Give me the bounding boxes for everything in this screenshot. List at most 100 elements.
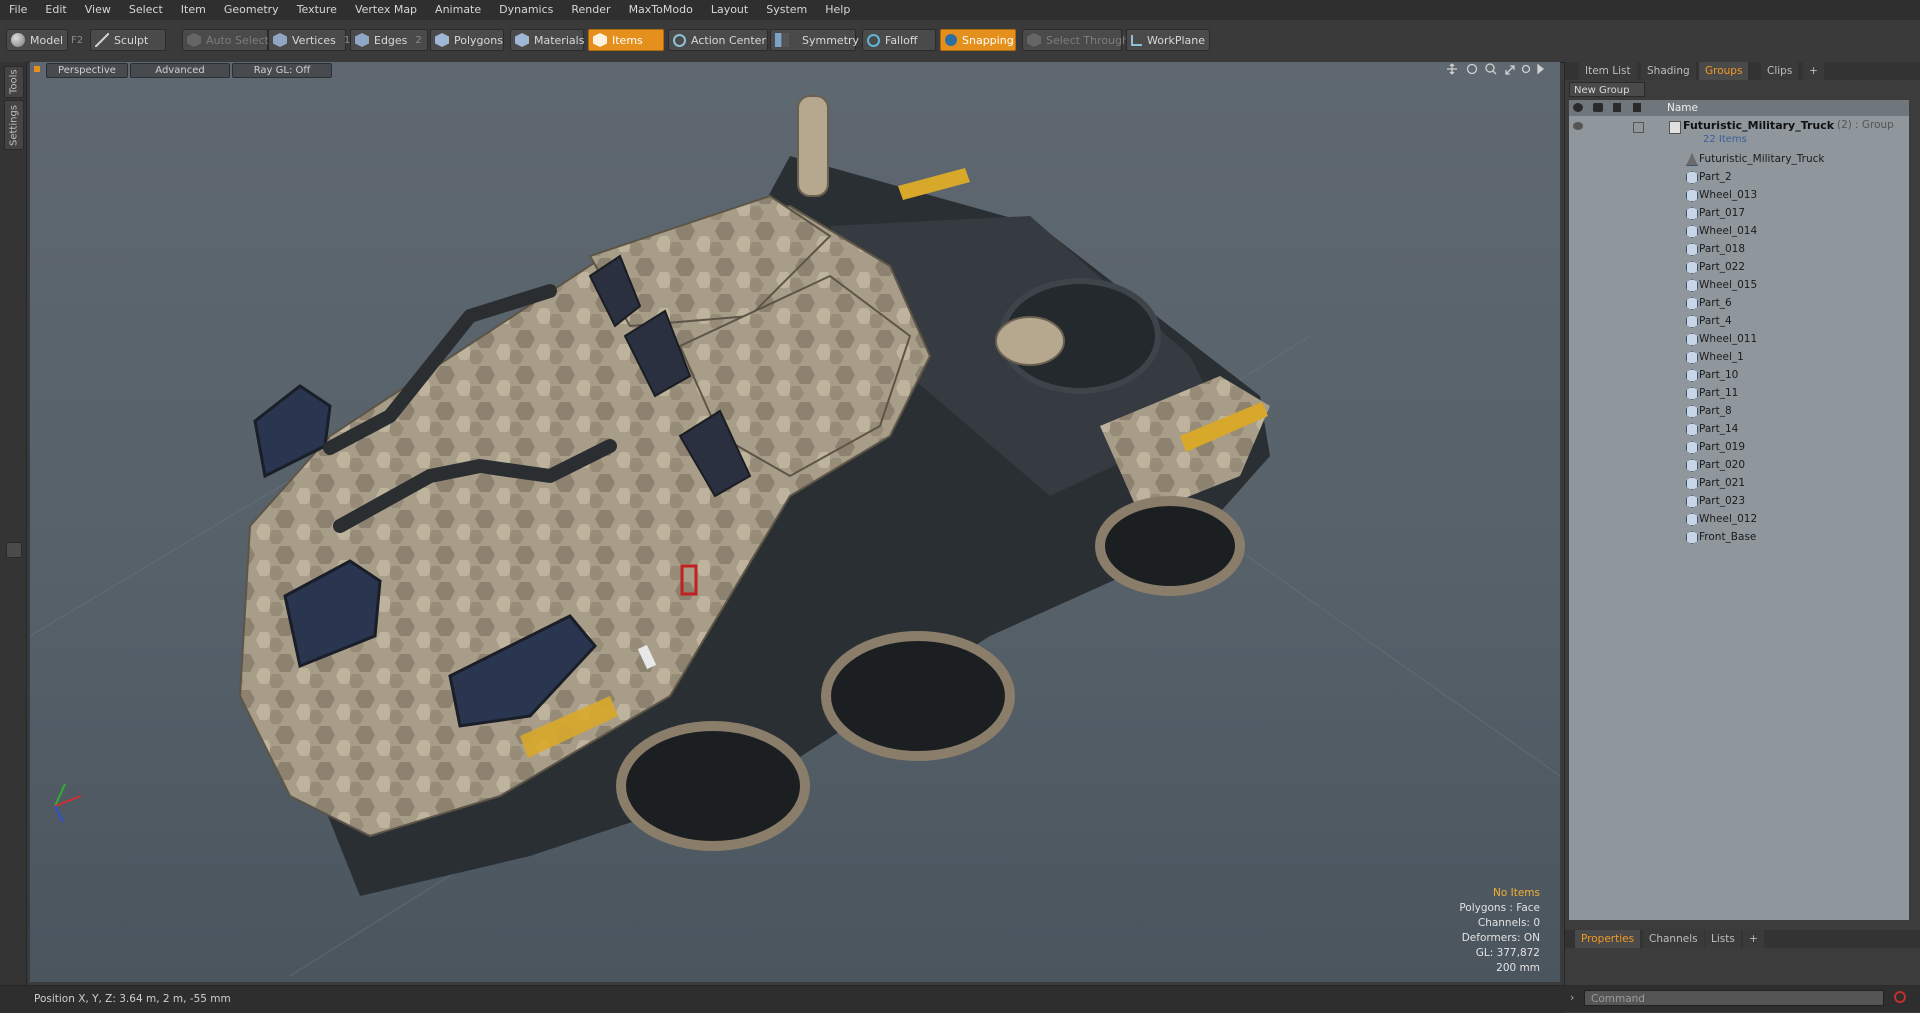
edges-button[interactable]: Edges 2 [350,29,428,51]
group-item-row[interactable]: Part_10 [1569,366,1909,384]
status-bar: Position X, Y, Z: 3.64 m, 2 m, -55 mm [0,985,1564,1013]
viewport-menu-icon[interactable] [34,66,40,72]
menu-item-maxtomodo[interactable]: MaxToModo [620,0,702,20]
strip-toggle-button[interactable] [6,542,22,558]
tab-channels[interactable]: Channels [1643,930,1704,948]
group-item-row[interactable]: Wheel_011 [1569,330,1909,348]
group-item-count: 22 Items [1703,134,1747,145]
group-item-row[interactable]: Front_Base [1569,528,1909,546]
menu-item-vertex-map[interactable]: Vertex Map [346,0,426,20]
viewport-nav-controls[interactable] [1440,62,1560,76]
group-item-name: Part_4 [1699,315,1732,327]
settings-tab[interactable]: Settings [4,100,24,150]
tab-item-list[interactable]: Item List [1579,62,1637,80]
model-label: Model [30,33,64,47]
menu-item-item[interactable]: Item [172,0,215,20]
symmetry-button[interactable]: Symmetry [770,29,859,51]
menu-item-system[interactable]: System [757,0,816,20]
menu-item-file[interactable]: File [0,0,36,20]
group-item-row[interactable]: Wheel_013 [1569,186,1909,204]
polygons-button[interactable]: Polygons [430,29,504,51]
viewport-info-overlay: No Items Polygons : Face Channels: 0 Def… [1459,886,1540,976]
group-item-row[interactable]: Part_018 [1569,240,1909,258]
snapping-label: Snapping [962,33,1014,47]
vertices-button[interactable]: Vertices 1 [268,29,350,51]
3d-viewport[interactable]: Perspective Advanced Ray GL: Off No Item… [30,62,1560,982]
falloff-button[interactable]: Falloff [862,29,936,51]
menu-item-select[interactable]: Select [120,0,172,20]
command-arrow-icon: › [1570,991,1575,1004]
menu-item-texture[interactable]: Texture [288,0,346,20]
group-item-name: Part_018 [1699,243,1746,255]
channels-info: Channels: 0 [1477,917,1540,929]
group-row[interactable]: Futuristic_Military_Truck (2) : Group 22… [1569,118,1909,150]
group-item-row[interactable]: Part_6 [1569,294,1909,312]
play-arrow-icon [1537,63,1545,75]
vertices-shortcut: 1 [343,34,351,46]
snapping-button[interactable]: Snapping [940,29,1016,51]
items-button[interactable]: Items [588,29,664,51]
mesh-part-icon [1686,405,1698,418]
pan-icon [1447,63,1457,75]
add-properties-tab-button[interactable]: + [1743,930,1764,948]
group-item-row[interactable]: Part_2 [1569,168,1909,186]
group-item-row[interactable]: Part_019 [1569,438,1909,456]
truck-model-render [30,95,1560,977]
lock-column-icon[interactable] [1613,103,1621,112]
new-group-button[interactable]: New Group [1569,82,1645,97]
menu-item-edit[interactable]: Edit [36,0,75,20]
mesh-part-icon [1686,423,1698,436]
group-item-row[interactable]: Part_11 [1569,384,1909,402]
group-item-name: Part_6 [1699,297,1732,309]
tools-tab[interactable]: Tools [4,66,24,98]
auto-select-button[interactable]: Auto Select [182,29,269,51]
tab-properties[interactable]: Properties [1575,930,1641,948]
group-visibility-eye-icon[interactable] [1573,122,1583,130]
add-tab-button[interactable]: + [1803,62,1824,80]
group-item-row[interactable]: Wheel_014 [1569,222,1909,240]
group-item-row[interactable]: Wheel_015 [1569,276,1909,294]
menu-item-animate[interactable]: Animate [426,0,490,20]
group-item-row[interactable]: Part_022 [1569,258,1909,276]
group-item-name: Part_023 [1699,495,1746,507]
left-tool-strip: Tools Settings [0,62,27,985]
workplane-button[interactable]: WorkPlane [1126,29,1210,51]
group-item-row[interactable]: Part_4 [1569,312,1909,330]
visibility-column-icon[interactable] [1573,103,1583,112]
command-bar: › Command [1564,985,1920,1012]
select-column-icon[interactable] [1633,103,1641,112]
tab-shading[interactable]: Shading [1641,62,1696,80]
group-item-row[interactable]: Part_023 [1569,492,1909,510]
menu-item-render[interactable]: Render [562,0,619,20]
menu-item-layout[interactable]: Layout [702,0,757,20]
materials-icon [515,33,529,47]
record-icon[interactable] [1894,991,1906,1003]
menu-item-help[interactable]: Help [816,0,859,20]
tab-groups[interactable]: Groups [1699,62,1749,80]
sculpt-mode-button[interactable]: Sculpt [90,29,166,51]
group-item-row[interactable]: Part_017 [1569,204,1909,222]
command-input[interactable]: Command [1584,990,1884,1006]
group-item-name: Wheel_015 [1699,279,1758,291]
tab-clips[interactable]: Clips [1761,62,1799,80]
group-item-row[interactable]: Wheel_1 [1569,348,1909,366]
group-select-box[interactable] [1633,122,1644,133]
group-item-row[interactable]: Part_8 [1569,402,1909,420]
name-column-header[interactable]: Name [1667,100,1698,116]
materials-button[interactable]: Materials [510,29,584,51]
menu-item-view[interactable]: View [76,0,120,20]
render-column-icon[interactable] [1593,103,1603,112]
action-center-button[interactable]: Action Center [668,29,768,51]
menu-item-dynamics[interactable]: Dynamics [490,0,562,20]
group-item-row[interactable]: Futuristic_Military_Truck [1569,150,1909,168]
model-mode-button[interactable]: Model F2 [6,29,83,51]
tab-lists[interactable]: Lists [1705,930,1741,948]
edges-icon [355,33,369,47]
group-item-row[interactable]: Part_14 [1569,420,1909,438]
group-item-row[interactable]: Part_020 [1569,456,1909,474]
edges-shortcut: 2 [415,34,422,46]
select-through-button[interactable]: Select Through [1022,29,1129,51]
group-item-row[interactable]: Part_021 [1569,474,1909,492]
menu-item-geometry[interactable]: Geometry [215,0,288,20]
group-item-row[interactable]: Wheel_012 [1569,510,1909,528]
